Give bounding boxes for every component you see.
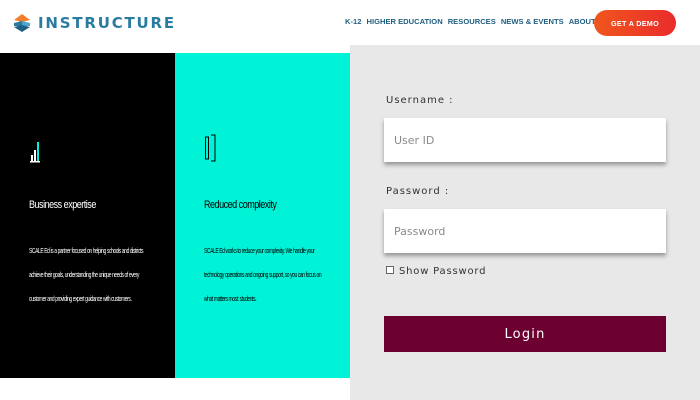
feature-title: Business expertise	[29, 199, 96, 211]
site-header: INSTRUCTURE K-12 HIGHER EDUCATION RESOUR…	[0, 0, 700, 45]
nav-item-resources[interactable]: RESOURCES	[448, 17, 496, 26]
feature-description: SCALE Ed is a partner focused on helping…	[29, 246, 144, 303]
brand-name: INSTRUCTURE	[38, 14, 176, 32]
bar-chart-icon	[30, 133, 42, 163]
show-password-label: Show Password	[399, 266, 487, 277]
get-a-demo-button[interactable]: GET A DEMO	[594, 10, 676, 36]
bracket-icon	[205, 133, 217, 163]
feature-panel-complexity: Reduced complexity SCALE Ed works to red…	[175, 53, 350, 378]
feature-panel-business: Business expertise SCALE Ed is a partner…	[0, 53, 175, 378]
nav-item-k12[interactable]: K-12	[345, 17, 361, 26]
login-form: Username : Password : Show Password Logi…	[350, 45, 700, 400]
password-label: Password :	[386, 186, 450, 197]
nav-item-news-events[interactable]: NEWS & EVENTS	[501, 17, 564, 26]
login-button[interactable]: Login	[384, 316, 666, 352]
show-password-toggle[interactable]: Show Password	[386, 266, 486, 277]
feature-description: SCALE Ed works to reduce your complexity…	[204, 246, 322, 303]
username-label: Username :	[386, 95, 454, 106]
main-nav: K-12 HIGHER EDUCATION RESOURCES NEWS & E…	[345, 17, 608, 26]
instructure-logo-icon	[13, 13, 31, 33]
brand-logo[interactable]: INSTRUCTURE	[13, 12, 176, 34]
password-input[interactable]	[384, 209, 666, 253]
nav-item-higher-education[interactable]: HIGHER EDUCATION	[366, 17, 442, 26]
page-footer-strip	[0, 378, 350, 400]
show-password-checkbox[interactable]	[386, 266, 394, 274]
feature-title: Reduced complexity	[204, 199, 277, 211]
username-input[interactable]	[384, 118, 666, 162]
